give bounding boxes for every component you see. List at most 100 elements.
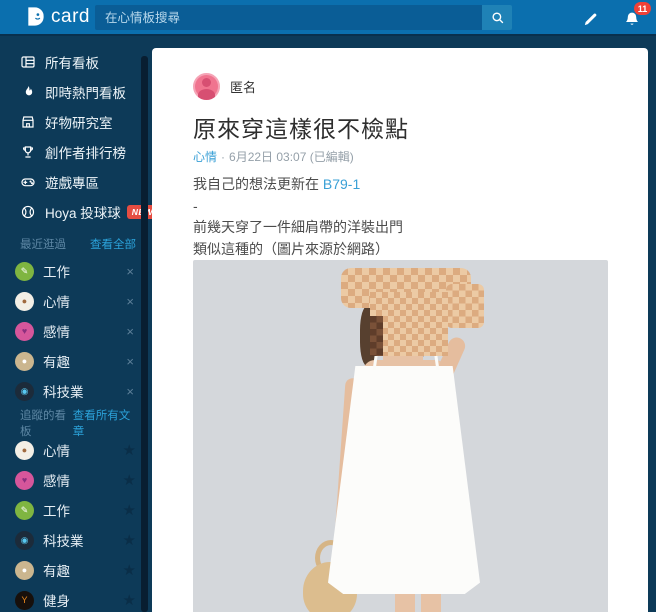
sidebar-item-all-boards[interactable]: 所有看板: [0, 47, 152, 77]
board-avatar: ●: [15, 291, 34, 311]
photo-face-dark-pixels: [370, 316, 383, 356]
board-label: 心情: [43, 444, 70, 459]
followed-board-mood[interactable]: ● 心情 ★: [0, 435, 152, 465]
followed-board-fitness[interactable]: Y 健身 ★: [0, 585, 152, 612]
close-icon[interactable]: ×: [124, 264, 136, 279]
board-label: 感情: [43, 474, 70, 489]
recent-board-relationship[interactable]: ♥ 感情 ×: [0, 316, 152, 346]
close-icon[interactable]: ×: [124, 294, 136, 309]
star-icon[interactable]: ★: [123, 501, 136, 519]
board-link[interactable]: 心情: [193, 148, 217, 165]
followed-board-work[interactable]: ✎ 工作 ★: [0, 495, 152, 525]
star-icon[interactable]: ★: [123, 531, 136, 549]
body-text: 我自己的想法更新在: [193, 176, 323, 192]
trophy-icon: [20, 144, 36, 160]
photo-face-mosaic: [370, 292, 448, 356]
sidebar-item-label: Hoya 投球球: [45, 206, 121, 221]
comment-link[interactable]: B79-1: [323, 176, 360, 192]
author-row: 匿名: [193, 73, 608, 100]
sidebar-item-games[interactable]: 遊戲專區: [0, 167, 152, 197]
sidebar-item-label: 即時熱門看板: [45, 86, 126, 101]
compose-button[interactable]: [578, 7, 602, 31]
search-button[interactable]: [482, 5, 512, 30]
anonymous-avatar: [193, 73, 220, 100]
recent-board-mood[interactable]: ● 心情 ×: [0, 286, 152, 316]
sidebar-item-trending[interactable]: 即時熱門看板: [0, 77, 152, 107]
board-avatar: ●: [15, 440, 34, 460]
close-icon[interactable]: ×: [124, 384, 136, 399]
post-body: 我自己的想法更新在 B79-1 - 前幾天穿了一件細肩帶的洋裝出門 類似這種的（…: [193, 174, 608, 260]
board-avatar: ✎: [15, 261, 34, 281]
board-label: 工作: [43, 265, 70, 280]
flame-icon: [20, 84, 36, 100]
author-name: 匿名: [230, 80, 257, 95]
body-line-1: 我自己的想法更新在 B79-1: [193, 174, 608, 196]
recent-board-work[interactable]: ✎ 工作 ×: [0, 256, 152, 286]
board-avatar: ◉: [15, 530, 34, 550]
body-line-2: -: [193, 197, 198, 214]
board-label: 科技業: [43, 534, 84, 549]
sidebar-scrollbar[interactable]: [141, 56, 148, 612]
search-input[interactable]: [95, 5, 482, 30]
view-all-link[interactable]: 查看全部: [90, 236, 136, 252]
post-card: 匿名 原來穿這樣很不檢點 心情 · 6月22日 03:07 (已編輯) 我自己的…: [152, 48, 648, 612]
search-bar: [95, 5, 512, 30]
boards-icon: [20, 54, 36, 70]
post-timestamp: 6月22日 03:07 (已編輯): [229, 150, 354, 164]
top-header: card: [0, 0, 656, 36]
sidebar-item-label: 好物研究室: [45, 116, 113, 131]
sidebar-item-label: 所有看板: [45, 56, 99, 71]
store-icon: [20, 114, 36, 130]
board-avatar: ●: [15, 351, 34, 371]
board-avatar: Y: [15, 590, 34, 610]
dcard-logo-icon: [24, 5, 47, 28]
meta-separator: ·: [221, 149, 226, 164]
board-avatar: ♥: [15, 321, 34, 341]
board-label: 心情: [43, 295, 70, 310]
baseball-icon: [20, 204, 36, 220]
sidebar-item-label: 創作者排行榜: [45, 146, 126, 161]
star-icon[interactable]: ★: [123, 591, 136, 609]
pencil-icon: [582, 11, 599, 28]
view-all-posts-link[interactable]: 查看所有文章: [73, 407, 136, 439]
photo-hand-mosaic: [446, 284, 484, 328]
board-label: 有趣: [43, 355, 70, 370]
followed-board-relationship[interactable]: ♥ 感情 ★: [0, 465, 152, 495]
star-icon[interactable]: ★: [123, 561, 136, 579]
search-icon: [490, 10, 505, 25]
star-icon[interactable]: ★: [123, 441, 136, 459]
board-avatar: ◉: [15, 381, 34, 401]
followed-board-funny[interactable]: ● 有趣 ★: [0, 555, 152, 585]
post-image[interactable]: [193, 260, 608, 612]
body-line-4: 類似這種的（圖片來源於網路）: [193, 240, 389, 257]
notification-count-badge[interactable]: 11: [634, 2, 651, 15]
close-icon[interactable]: ×: [124, 354, 136, 369]
body-line-3: 前幾天穿了一件細肩帶的洋裝出門: [193, 219, 403, 235]
sidebar-item-hoya[interactable]: Hoya 投球球 NEW: [0, 197, 152, 227]
followed-section-header: 追蹤的看板 查看所有文章: [0, 410, 152, 438]
followed-board-tech[interactable]: ◉ 科技業 ★: [0, 525, 152, 555]
followed-board-list: ● 心情 ★ ♥ 感情 ★ ✎ 工作 ★ ◉ 科技業 ★ ● 有趣 ★ Y 健身…: [0, 431, 152, 612]
gamepad-icon: [20, 174, 36, 190]
recent-section-title: 最近逛過: [20, 239, 66, 251]
followed-section-title: 追蹤的看板: [20, 410, 66, 438]
post-meta: 心情 · 6月22日 03:07 (已編輯): [193, 148, 608, 165]
avatar-head-shape: [202, 78, 211, 87]
board-avatar: ♥: [15, 470, 34, 490]
dcard-logo[interactable]: card: [24, 5, 90, 28]
recent-board-list: ✎ 工作 × ● 心情 × ♥ 感情 × ● 有趣 × ◉ 科技業 ×: [0, 252, 152, 406]
brand-text: card: [51, 5, 90, 27]
dcard-app: card 在心情板搜尋 11 所有看板 即時熱門看板 好物研究室 創作者排行榜 …: [0, 0, 656, 612]
sidebar-item-creator-ranking[interactable]: 創作者排行榜: [0, 137, 152, 167]
board-label: 科技業: [43, 385, 84, 400]
board-label: 有趣: [43, 564, 70, 579]
sidebar-item-goods-lab[interactable]: 好物研究室: [0, 107, 152, 137]
sidebar-item-label: 遊戲專區: [45, 176, 99, 191]
recent-board-funny[interactable]: ● 有趣 ×: [0, 346, 152, 376]
new-badge: NEW: [126, 205, 152, 219]
close-icon[interactable]: ×: [124, 324, 136, 339]
recent-board-tech[interactable]: ◉ 科技業 ×: [0, 376, 152, 406]
recent-section-header: 最近逛過 查看全部: [0, 236, 152, 252]
board-label: 健身: [43, 594, 70, 609]
star-icon[interactable]: ★: [123, 471, 136, 489]
